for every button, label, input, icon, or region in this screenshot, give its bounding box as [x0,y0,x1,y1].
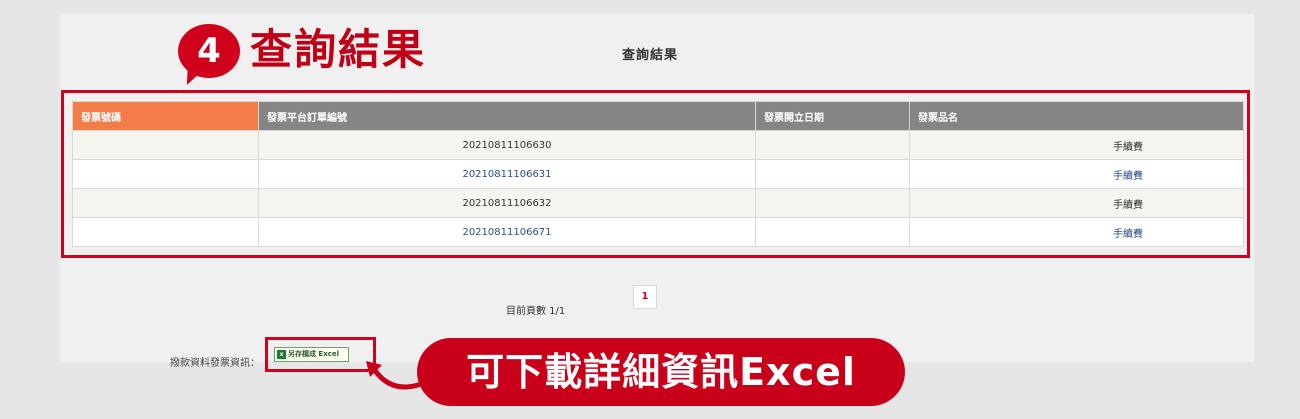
download-callout: 可下載詳細資訊Excel [417,338,905,406]
header-issue-date[interactable]: 發票開立日期 [755,101,910,131]
cell-invoice-number [72,217,259,247]
cell-issue-date [755,130,910,160]
step-title: 查詢結果 [250,25,427,74]
step-badge: 4 查詢結果 [177,22,438,90]
table-row: 20210811106632 手續費 [72,188,1244,218]
step-number: 4 [178,24,240,78]
table-row: 20210811106671 手續費 [72,217,1244,247]
header-invoice-number[interactable]: 發票號碼 [72,101,259,131]
excel-icon: x [277,350,286,359]
cell-item-name: 手續費 [909,217,1244,247]
page-button-1[interactable]: 1 [633,285,657,309]
cell-order-number: 20210811106632 [258,188,756,218]
cell-invoice-number [72,159,259,189]
cell-invoice-number [72,130,259,160]
results-table: 發票號碼 發票平台訂單編號 發票開立日期 發票品名 20210811106630… [72,101,1244,247]
page-info: 目前頁數 1/1 [506,306,566,317]
cell-invoice-number [72,188,259,218]
cell-order-number: 20210811106631 [258,159,756,189]
cell-order-number: 20210811106671 [258,217,756,247]
header-order-number[interactable]: 發票平台訂單編號 [258,101,756,131]
table-header-row: 發票號碼 發票平台訂單編號 發票開立日期 發票品名 [72,101,1244,131]
table-row: 20210811106630 手續費 [72,130,1244,160]
cell-item-name: 手續費 [909,188,1244,218]
cell-item-name: 手續費 [909,159,1244,189]
save-excel-label: 另存檔成 Excel [288,350,340,358]
save-excel-button[interactable]: x 另存檔成 Excel [274,347,349,362]
cell-issue-date [755,217,910,247]
cell-order-number: 20210811106630 [258,130,756,160]
header-item-name[interactable]: 發票品名 [909,101,1244,131]
table-row: 20210811106631 手續費 [72,159,1244,189]
cell-issue-date [755,188,910,218]
cell-issue-date [755,159,910,189]
callout-arrow [366,361,421,390]
export-label: 撥款資料發票資訊： [170,358,260,369]
cell-item-name: 手續費 [909,130,1244,160]
